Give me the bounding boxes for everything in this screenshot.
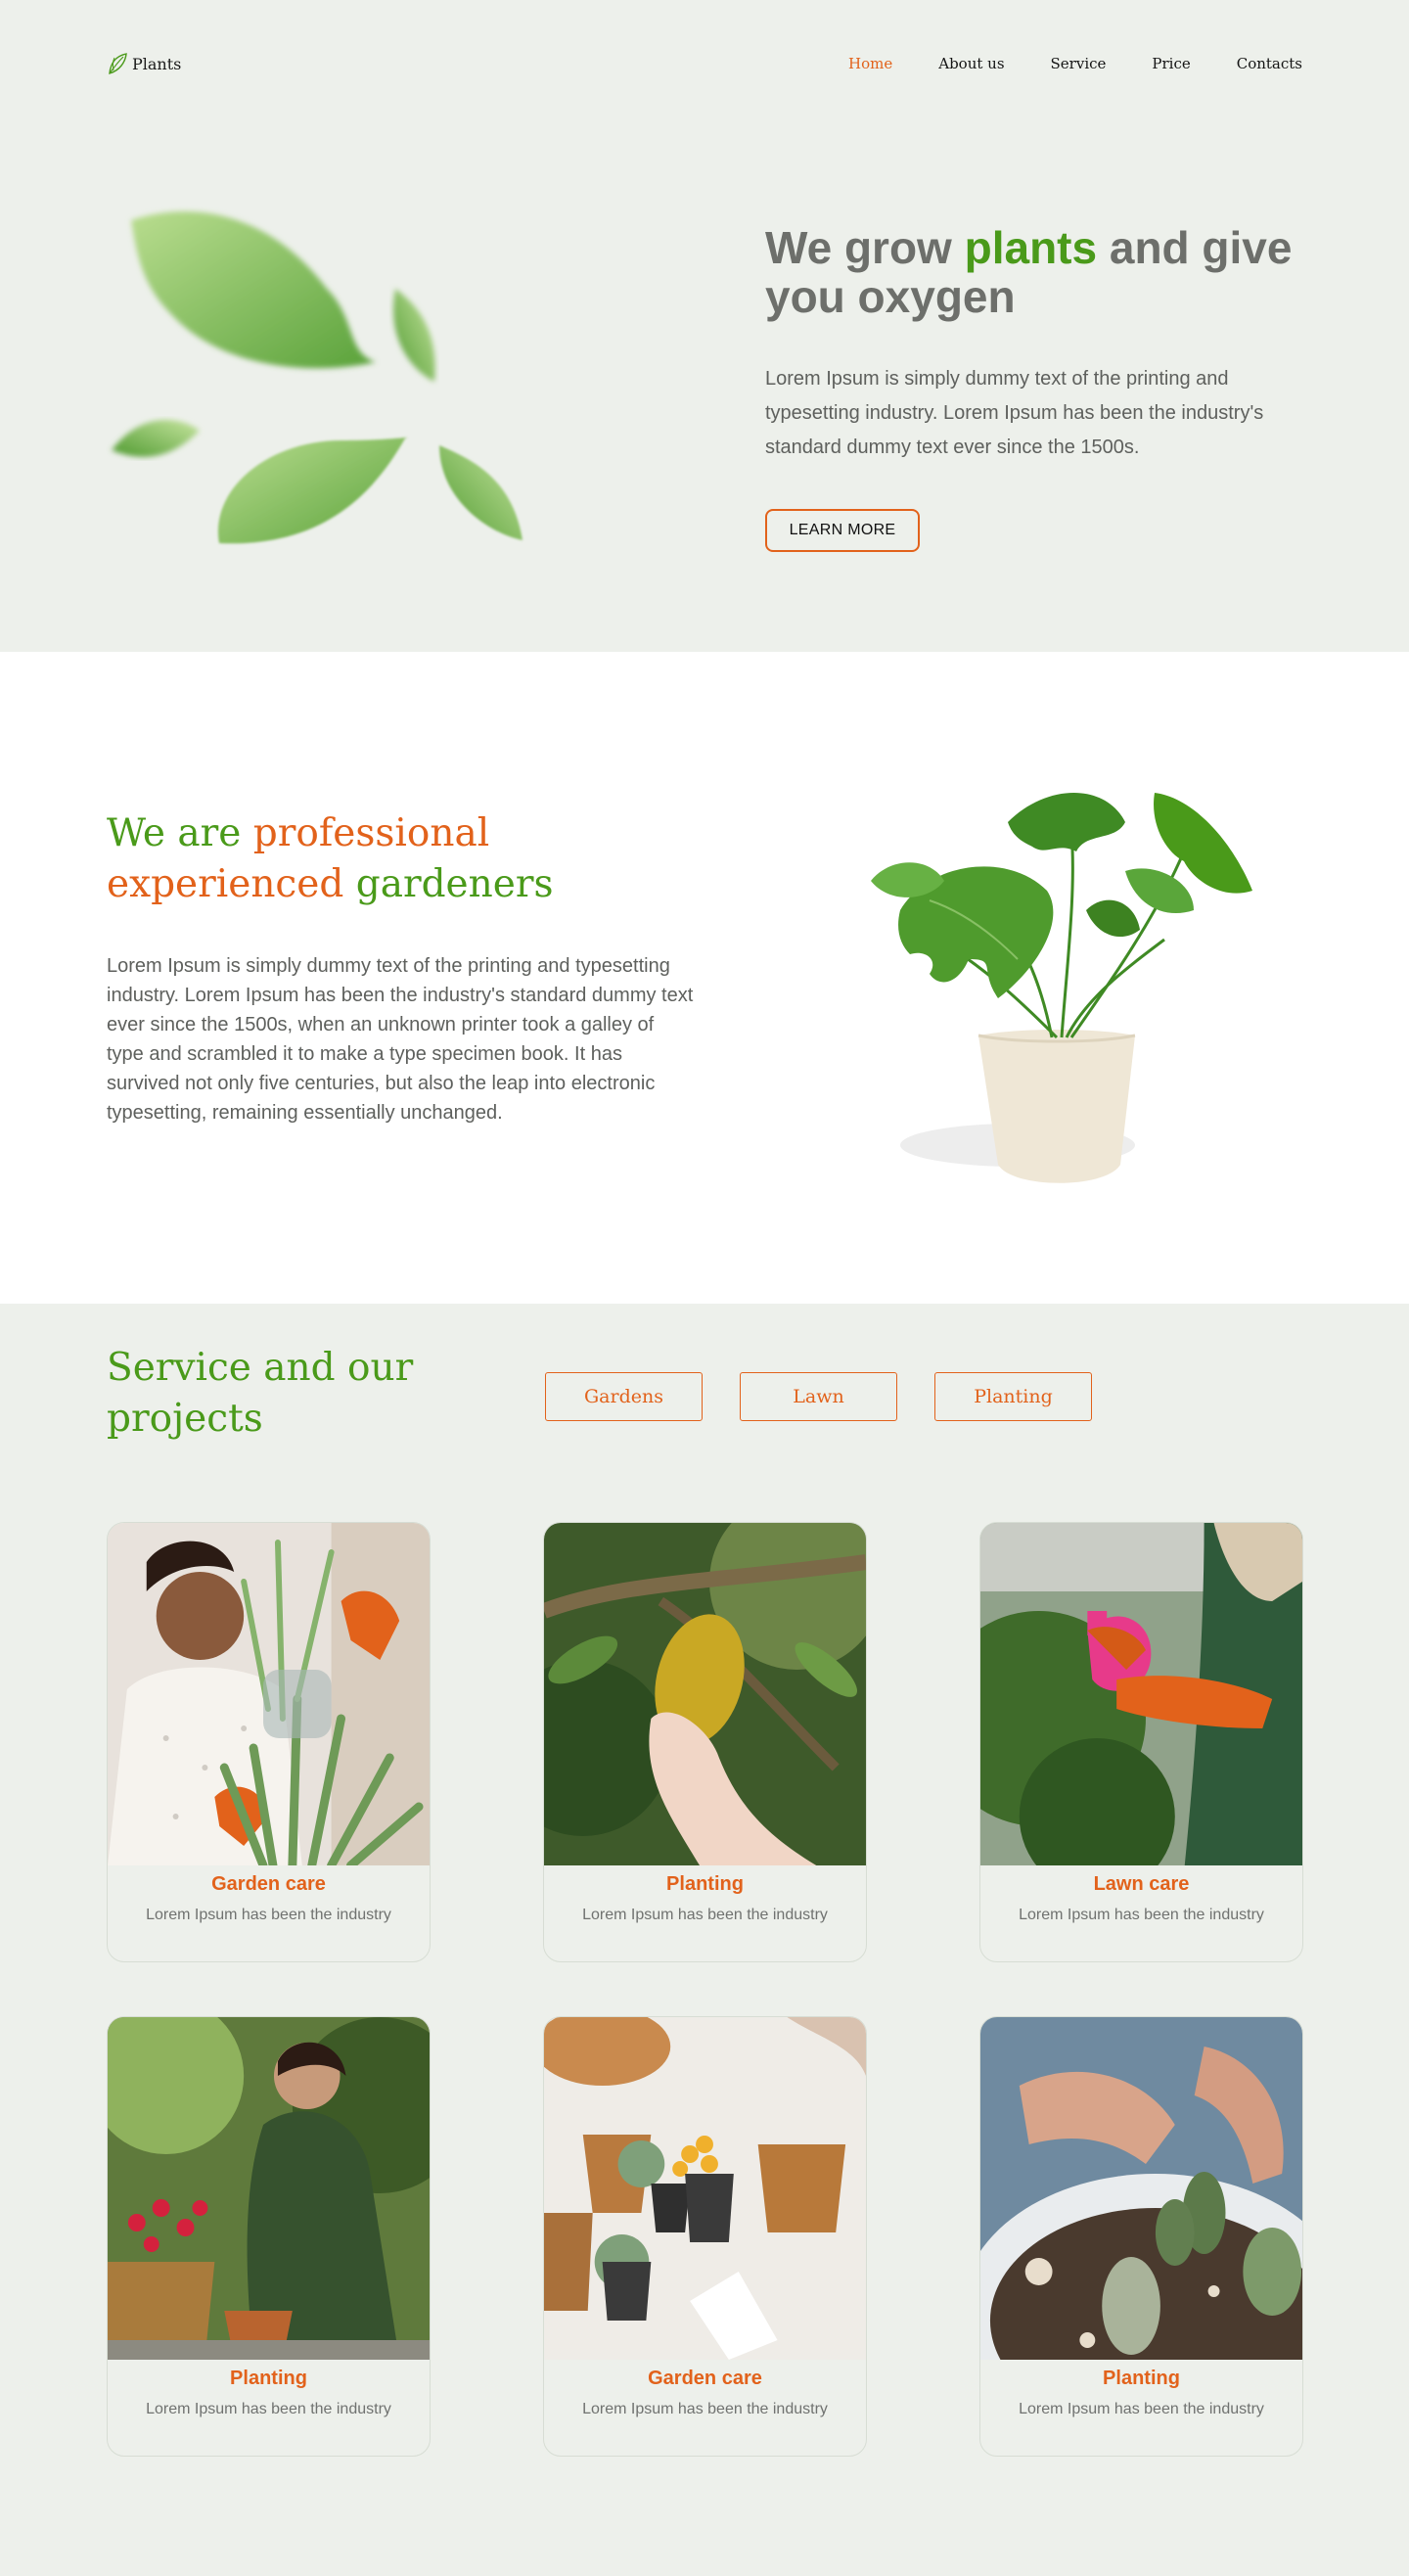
card-title: Garden care: [648, 2368, 762, 2389]
card-title: Planting: [666, 1873, 744, 1895]
services-section: Service and our projects Gardens Lawn Pl…: [0, 1304, 1409, 2576]
hero-section: Plants Home About us Service Price Conta…: [0, 0, 1409, 652]
about-description: Lorem Ipsum is simply dummy text of the …: [107, 955, 694, 1124]
nav-about-us[interactable]: About us: [938, 55, 1004, 72]
about-section: We are professional experienced gardener…: [0, 652, 1409, 1304]
leaf-logo-icon: [109, 53, 127, 74]
service-card[interactable]: Planting Lorem Ipsum has been the indust…: [543, 1522, 867, 1962]
logo[interactable]: Plants: [107, 51, 181, 76]
hand-with-lemon-photo: [544, 1523, 866, 1865]
succulents-table-photo: [544, 2017, 866, 2360]
card-subtitle: Lorem Ipsum has been the industry: [582, 2401, 828, 2417]
hero-title-highlight: plants: [964, 222, 1098, 273]
service-card[interactable]: Planting Lorem Ipsum has been the indust…: [979, 2016, 1303, 2457]
about-title-part2: gardeners: [343, 862, 554, 906]
service-filters: Gardens Lawn Planting: [545, 1372, 1092, 1421]
monstera-plant-image: [841, 773, 1292, 1204]
brand-name: Plants: [132, 54, 182, 73]
card-title: Garden care: [211, 1873, 326, 1895]
hero-title: We grow plants and give you oxygen: [765, 223, 1313, 321]
card-subtitle: Lorem Ipsum has been the industry: [1019, 2401, 1264, 2417]
nav-service[interactable]: Service: [1051, 55, 1107, 72]
about-title-part1: We are: [107, 811, 253, 855]
card-subtitle: Lorem Ipsum has been the industry: [1019, 1907, 1264, 1923]
hero-copy: We grow plants and give you oxygen Lorem…: [765, 223, 1313, 552]
card-subtitle: Lorem Ipsum has been the industry: [582, 1907, 828, 1923]
nav-price[interactable]: Price: [1152, 55, 1190, 72]
learn-more-button[interactable]: LEARN MORE: [765, 509, 920, 552]
card-title: Lawn care: [1093, 1873, 1190, 1895]
service-card[interactable]: Planting Lorem Ipsum has been the indust…: [107, 2016, 431, 2457]
woman-with-roses-photo: [108, 2017, 430, 2360]
page: Plants Home About us Service Price Conta…: [0, 0, 1409, 2576]
filter-planting[interactable]: Planting: [934, 1372, 1092, 1421]
hero-title-part1: We grow: [765, 222, 965, 273]
service-card[interactable]: Lawn care Lorem Ipsum has been the indus…: [979, 1522, 1303, 1962]
services-title: Service and our projects: [107, 1346, 414, 1441]
card-subtitle: Lorem Ipsum has been the industry: [146, 1907, 391, 1923]
card-title: Planting: [230, 2368, 307, 2389]
nav-contacts[interactable]: Contacts: [1237, 55, 1302, 72]
floating-leaves-image: [102, 196, 532, 568]
card-subtitle: Lorem Ipsum has been the industry: [146, 2401, 391, 2417]
spraying-plants-photo: [980, 1523, 1302, 1865]
top-nav: Plants Home About us Service Price Conta…: [107, 51, 1302, 78]
woman-with-aloe-photo: [108, 1523, 430, 1865]
nav-home[interactable]: Home: [848, 55, 892, 72]
nav-links: Home About us Service Price Contacts: [848, 55, 1302, 72]
about-copy: We are professional experienced gardener…: [107, 808, 694, 1127]
service-card[interactable]: Garden care Lorem Ipsum has been the ind…: [107, 1522, 431, 1962]
filter-gardens[interactable]: Gardens: [545, 1372, 703, 1421]
service-card[interactable]: Garden care Lorem Ipsum has been the ind…: [543, 2016, 867, 2457]
hero-description: Lorem Ipsum is simply dummy text of the …: [765, 368, 1264, 458]
card-title: Planting: [1103, 2368, 1180, 2389]
about-title: We are professional experienced gardener…: [107, 808, 694, 910]
filter-lawn[interactable]: Lawn: [740, 1372, 897, 1421]
cactus-potting-photo: [980, 2017, 1302, 2360]
